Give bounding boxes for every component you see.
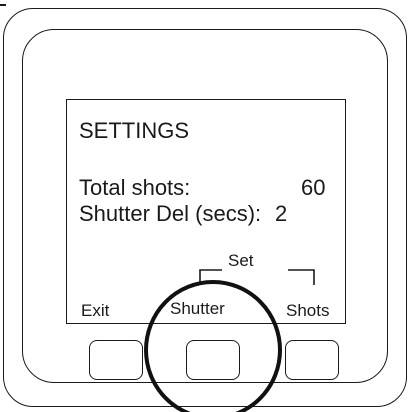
shots-hardware-button[interactable] — [285, 340, 339, 380]
exit-hardware-button[interactable] — [89, 340, 143, 380]
set-bracket-right — [288, 269, 315, 285]
shutter-hardware-button[interactable] — [186, 340, 240, 380]
